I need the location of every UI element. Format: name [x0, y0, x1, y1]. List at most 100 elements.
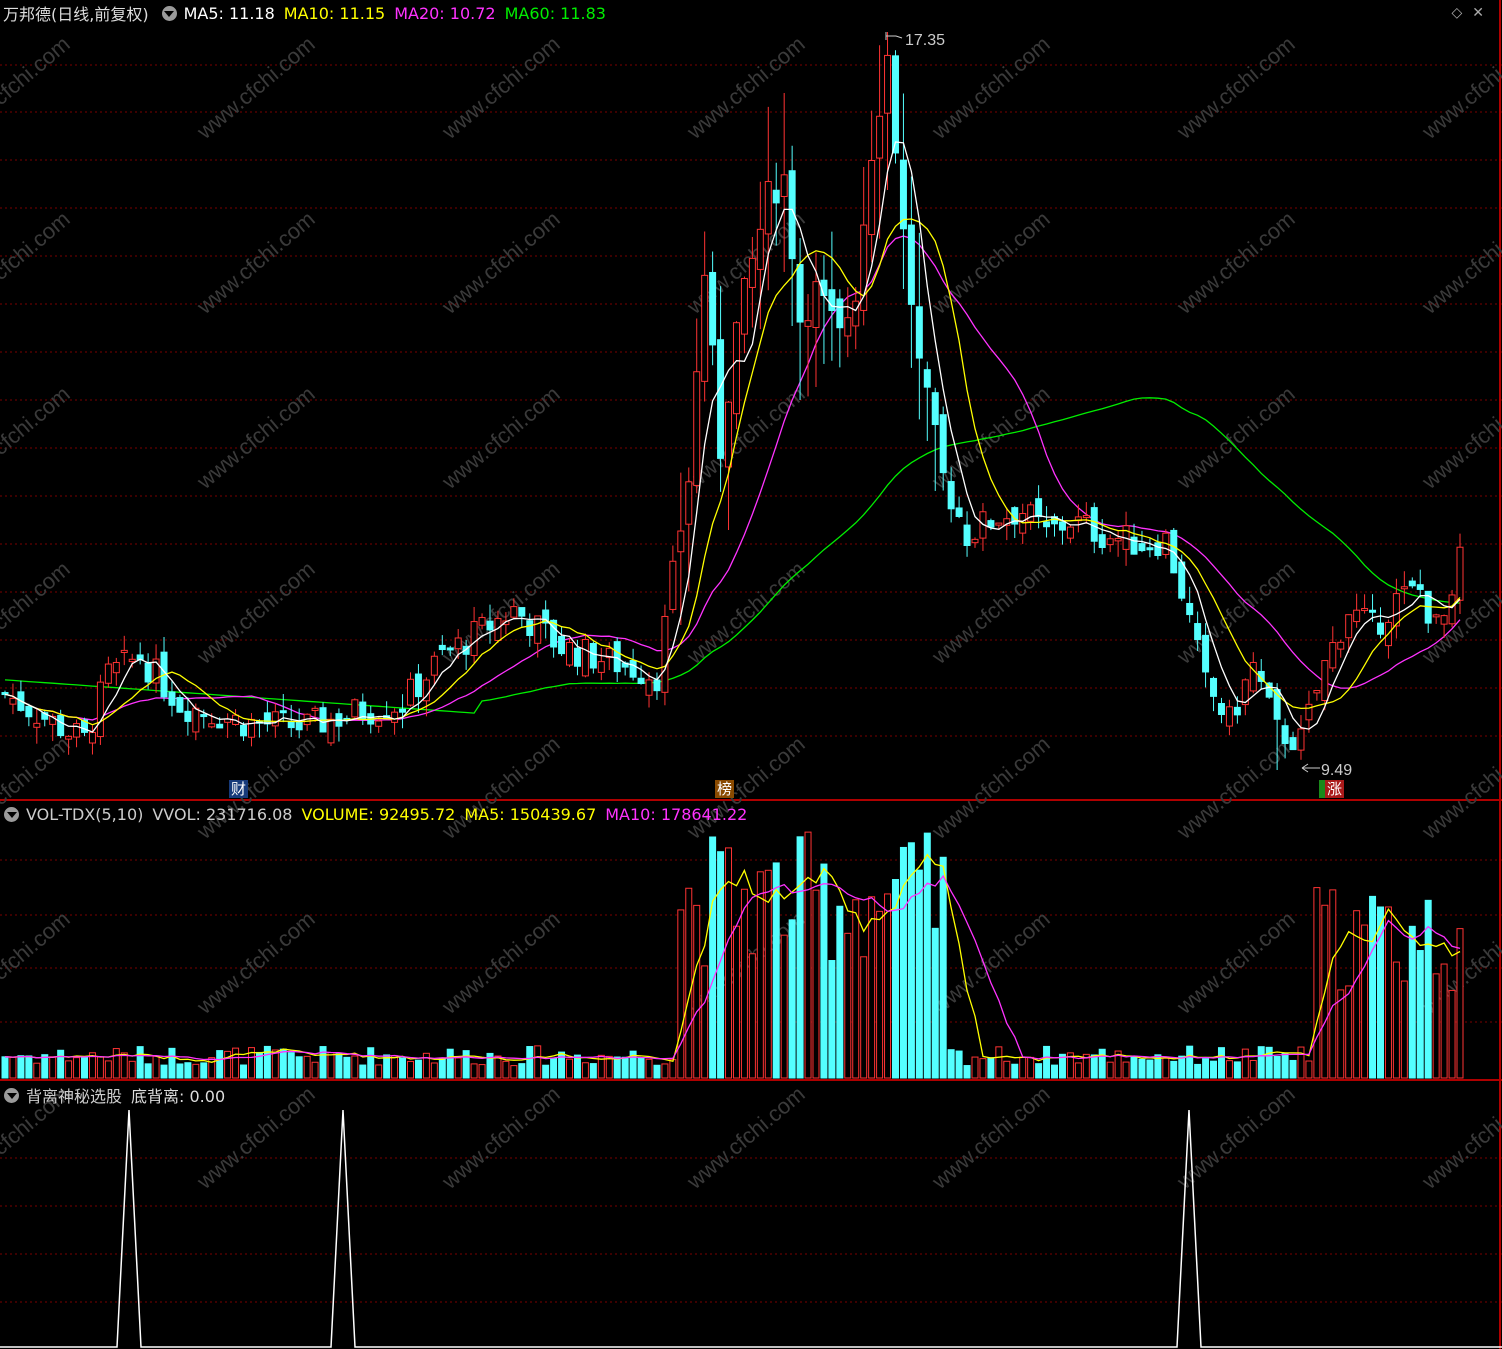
candle-body [581, 638, 589, 677]
candle-body [693, 371, 701, 486]
volume-bar [391, 1055, 399, 1079]
volume-bar [224, 1050, 232, 1079]
volume-bar [1305, 1060, 1313, 1079]
candle-body [677, 530, 685, 553]
volume-bar [216, 1050, 224, 1079]
candle-body [756, 228, 764, 270]
volume-bar [478, 1064, 486, 1079]
volume-bar [637, 1057, 645, 1079]
kline-chart[interactable]: www.cfchi.com www.cfchi.com www.cfchi.com w… [0, 0, 1502, 1349]
candle-body [446, 647, 454, 651]
candle-body [406, 678, 414, 706]
volume-bar [1361, 924, 1369, 1079]
volume-bar [128, 1060, 136, 1079]
tag-billboard[interactable]: 榜 [715, 780, 735, 798]
candle-body [200, 714, 208, 718]
candle-body [192, 707, 200, 733]
volume-bar [232, 1047, 240, 1079]
volume-bar [1186, 1045, 1194, 1079]
volume-bar [844, 932, 852, 1079]
volume-bar [788, 919, 796, 1079]
candle-body [25, 705, 33, 718]
volume-bar [295, 1056, 303, 1079]
candle-body [709, 271, 717, 346]
tag-limit-up[interactable]: 涨 [1319, 780, 1345, 798]
volume-bar [240, 1064, 248, 1079]
volume-bar [1265, 1046, 1273, 1079]
candle-body [955, 507, 963, 517]
volume-bar [1146, 1059, 1154, 1079]
volume-bar [311, 1061, 319, 1079]
close-icon[interactable]: ✕ [1472, 5, 1494, 21]
candle-body [629, 660, 637, 678]
volume-bar [1369, 895, 1377, 1079]
watermark-text: www.cfchi.com [191, 906, 319, 1019]
volume-bar [995, 1046, 1003, 1079]
candle-body [645, 679, 653, 696]
watermark-text: www.cfchi.com [0, 31, 75, 144]
volume-bar [613, 1056, 621, 1079]
volume-bar [279, 1048, 287, 1079]
volume-bar [868, 896, 876, 1079]
volume-bar [931, 927, 939, 1079]
vol-indicator-name[interactable]: VOL-TDX(5,10) [26, 805, 143, 824]
candle-body [1329, 642, 1337, 669]
volume-bar [1098, 1048, 1106, 1079]
indicator-name[interactable]: 背离神秘选股 [26, 1083, 122, 1107]
watermark-text: www.cfchi.com [926, 731, 1054, 844]
volume-bar [876, 910, 884, 1079]
volume-bar [979, 1058, 987, 1079]
volume-bar [812, 889, 820, 1079]
volume-bar [709, 836, 717, 1079]
volume-bar [542, 1064, 550, 1079]
candle-body [279, 710, 287, 714]
candle-body [1178, 561, 1186, 599]
candle-body [1408, 580, 1416, 587]
candle-body [653, 679, 661, 692]
volume-bar [963, 1065, 971, 1079]
diamond-icon[interactable]: ◇ [1451, 5, 1472, 21]
candle-body [104, 663, 112, 684]
candle-body [1090, 507, 1098, 542]
volume-bar [1178, 1055, 1186, 1079]
volume-bar [693, 904, 701, 1079]
vvol-value: VVOL: 231716.08 [152, 804, 293, 824]
volume-bar [1202, 1058, 1210, 1079]
watermark-text: www.cfchi.com [1171, 906, 1299, 1019]
volume-bar [303, 1055, 311, 1079]
watermark-text: www.cfchi.com [0, 556, 75, 669]
candle-body [907, 224, 915, 305]
volume-bar [112, 1048, 120, 1079]
candle-body [764, 181, 772, 235]
candle-body [796, 263, 804, 323]
candle-body [868, 159, 876, 236]
volume-bar [422, 1052, 430, 1079]
volume-bar [446, 1048, 454, 1079]
candle-body [216, 723, 224, 729]
volume-bar [884, 893, 892, 1079]
volume-bar [1138, 1058, 1146, 1079]
candle-body [939, 414, 947, 474]
tag-finance[interactable]: 财 [229, 780, 249, 798]
volume-bar [685, 887, 693, 1079]
candle-body [454, 637, 462, 650]
volume-bar [836, 905, 844, 1079]
volume-bar [1003, 1060, 1011, 1079]
chevron-down-icon[interactable] [4, 1087, 19, 1103]
volume-bar [184, 1062, 192, 1079]
candle-body [597, 661, 605, 673]
candle-body [1210, 677, 1218, 697]
candle-body [1202, 634, 1210, 673]
candle-body [1305, 703, 1313, 721]
volume-bar [1432, 973, 1440, 1079]
chevron-down-icon[interactable] [4, 806, 19, 822]
chevron-down-icon[interactable] [161, 5, 177, 21]
volume-bar [406, 1060, 414, 1079]
watermark-text: www.cfchi.com [191, 206, 319, 319]
candle-body [1345, 614, 1353, 639]
stock-name[interactable]: 万邦德(日线,前复权) [3, 1, 149, 25]
volume-bar [263, 1045, 271, 1079]
candle-body [573, 647, 581, 667]
candle-body [9, 697, 17, 705]
candle-body [1225, 706, 1233, 727]
